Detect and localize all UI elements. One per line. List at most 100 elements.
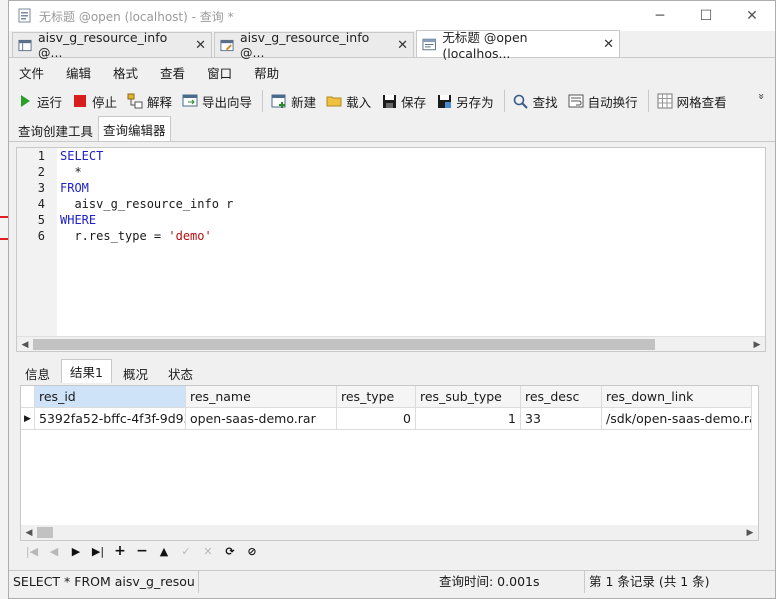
first-record-icon[interactable]: |◀ xyxy=(21,541,43,561)
stop-label: 停止 xyxy=(92,94,118,110)
table-cell[interactable]: 33 xyxy=(521,408,602,430)
close-icon[interactable]: ✕ xyxy=(397,38,408,53)
editor-sub-tabs: 查询创建工具 查询编辑器 xyxy=(9,116,775,142)
save-label: 保存 xyxy=(401,94,427,110)
sql-keyword: SELECT xyxy=(60,149,104,163)
table-edit-icon xyxy=(220,39,234,51)
scroll-left-icon[interactable]: ◀ xyxy=(21,525,37,540)
delete-record-icon[interactable]: − xyxy=(131,541,153,561)
save-button[interactable]: 保存 xyxy=(377,89,430,113)
grid-view-button[interactable]: 网格查看 xyxy=(653,89,731,113)
tab-query-builder[interactable]: 查询创建工具 xyxy=(13,119,98,141)
explain-icon xyxy=(127,93,143,109)
new-button[interactable]: 新建 xyxy=(267,89,320,113)
close-icon[interactable]: ✕ xyxy=(603,37,614,52)
scroll-right-icon[interactable]: ▶ xyxy=(749,337,765,352)
load-button[interactable]: 载入 xyxy=(322,89,375,113)
apply-changes-icon[interactable]: ✓ xyxy=(175,541,197,561)
previous-record-icon[interactable]: ◀ xyxy=(43,541,65,561)
new-query-icon xyxy=(271,93,287,109)
result-grid[interactable]: res_id res_name res_type res_sub_type re… xyxy=(20,385,759,541)
close-button[interactable]: ✕ xyxy=(729,1,775,31)
line-number: 6 xyxy=(37,229,45,243)
column-header[interactable]: res_desc xyxy=(521,386,602,408)
move-up-icon[interactable]: ▲ xyxy=(153,541,175,561)
tab-info[interactable]: 信息 xyxy=(16,363,59,383)
run-label: 运行 xyxy=(37,94,63,110)
doc-tab-label: 无标题 @open (localhos... xyxy=(442,30,528,61)
last-record-icon[interactable]: ▶| xyxy=(87,541,109,561)
grid-horizontal-scrollbar[interactable]: ◀ ▶ xyxy=(21,525,758,540)
explain-button[interactable]: 解释 xyxy=(123,89,176,113)
code-area[interactable]: SELECT * FROM aisv_g_resource_info r WHE… xyxy=(60,148,233,244)
word-wrap-label: 自动换行 xyxy=(587,94,638,110)
maximize-button[interactable]: ☐ xyxy=(683,1,729,31)
new-label: 新建 xyxy=(291,94,317,110)
close-icon[interactable]: ✕ xyxy=(195,38,206,53)
editor-horizontal-scrollbar[interactable]: ◀ ▶ xyxy=(17,336,765,351)
load-label: 载入 xyxy=(346,94,372,110)
column-header[interactable]: res_name xyxy=(186,386,337,408)
current-row-icon: ▶ xyxy=(21,408,35,430)
sql-keyword: FROM xyxy=(60,181,89,195)
table-icon xyxy=(18,39,32,51)
doc-tab-2[interactable]: aisv_g_resource_info @... ✕ xyxy=(214,30,414,60)
doc-tab-label: aisv_g_resource_info @... xyxy=(38,30,168,60)
column-header[interactable]: res_down_link xyxy=(602,386,752,408)
menu-edit[interactable]: 编辑 xyxy=(62,63,103,82)
tab-status[interactable]: 状态 xyxy=(159,363,202,383)
menu-view[interactable]: 查看 xyxy=(156,63,197,82)
menu-window[interactable]: 窗口 xyxy=(203,63,244,82)
refresh-icon[interactable]: ⟳ xyxy=(219,541,241,561)
code-text: r.res_type = xyxy=(60,229,169,243)
menu-file[interactable]: 文件 xyxy=(15,63,56,82)
find-label: 查找 xyxy=(532,94,558,110)
word-wrap-icon xyxy=(568,93,584,109)
code-line: aisv_g_resource_info r xyxy=(60,196,233,212)
table-row[interactable]: ▶ 5392fa52-bffc-4f3f-9d93- open-saas-dem… xyxy=(21,408,758,430)
add-record-icon[interactable]: + xyxy=(109,541,131,561)
minimize-button[interactable]: ─ xyxy=(637,1,683,31)
column-header[interactable]: res_type xyxy=(337,386,416,408)
tab-profile[interactable]: 概况 xyxy=(114,363,157,383)
word-wrap-button[interactable]: 自动换行 xyxy=(564,89,642,113)
search-icon xyxy=(513,93,529,109)
line-number: 5 xyxy=(37,213,45,227)
next-record-icon[interactable]: ▶ xyxy=(65,541,87,561)
status-record-count: 第 1 条记录 (共 1 条) xyxy=(589,573,710,589)
column-header[interactable]: res_sub_type xyxy=(416,386,521,408)
table-cell[interactable]: 0 xyxy=(337,408,416,430)
run-button[interactable]: 运行 xyxy=(13,89,66,113)
scroll-left-icon[interactable]: ◀ xyxy=(17,337,33,352)
status-bar: SELECT * FROM aisv_g_resou 查询时间: 0.001s … xyxy=(9,570,775,593)
scrollbar-thumb[interactable] xyxy=(37,527,53,538)
scrollbar-thumb[interactable] xyxy=(33,339,655,350)
stop-refresh-icon[interactable]: ⊘ xyxy=(241,541,263,561)
table-cell[interactable]: 1 xyxy=(416,408,521,430)
doc-tab-3[interactable]: 无标题 @open (localhos... ✕ xyxy=(416,30,620,61)
explain-label: 解释 xyxy=(147,94,173,110)
save-icon xyxy=(381,93,397,109)
export-wizard-label: 导出向导 xyxy=(202,94,253,110)
table-cell[interactable]: 5392fa52-bffc-4f3f-9d93- xyxy=(35,408,186,430)
column-header[interactable]: res_id xyxy=(35,386,186,408)
stop-icon xyxy=(72,93,88,109)
tab-result-1[interactable]: 结果1 xyxy=(61,359,112,383)
status-query-time: 查询时间: 0.001s xyxy=(435,570,585,593)
table-cell[interactable]: open-saas-demo.rar xyxy=(186,408,337,430)
document-tabs: aisv_g_resource_info @... ✕ aisv_g_resou… xyxy=(9,30,775,61)
tab-query-editor[interactable]: 查询编辑器 xyxy=(98,116,171,141)
discard-changes-icon[interactable]: ✕ xyxy=(197,541,219,561)
table-cell[interactable]: /sdk/open-saas-demo.ra xyxy=(602,408,752,430)
menu-format[interactable]: 格式 xyxy=(109,63,150,82)
stop-button[interactable]: 停止 xyxy=(68,89,121,113)
save-as-button[interactable]: 另存为 xyxy=(432,89,498,113)
toolbar-separator xyxy=(262,90,264,112)
sql-editor[interactable]: 1 2 3 4 5 6 SELECT * FROM aisv_g_resourc… xyxy=(16,147,766,352)
export-wizard-button[interactable]: 导出向导 xyxy=(178,89,256,113)
doc-tab-1[interactable]: aisv_g_resource_info @... ✕ xyxy=(12,30,212,60)
scroll-right-icon[interactable]: ▶ xyxy=(742,525,758,540)
find-button[interactable]: 查找 xyxy=(509,89,562,113)
toolbar-overflow-icon[interactable]: » xyxy=(755,93,768,100)
menu-help[interactable]: 帮助 xyxy=(250,63,291,82)
